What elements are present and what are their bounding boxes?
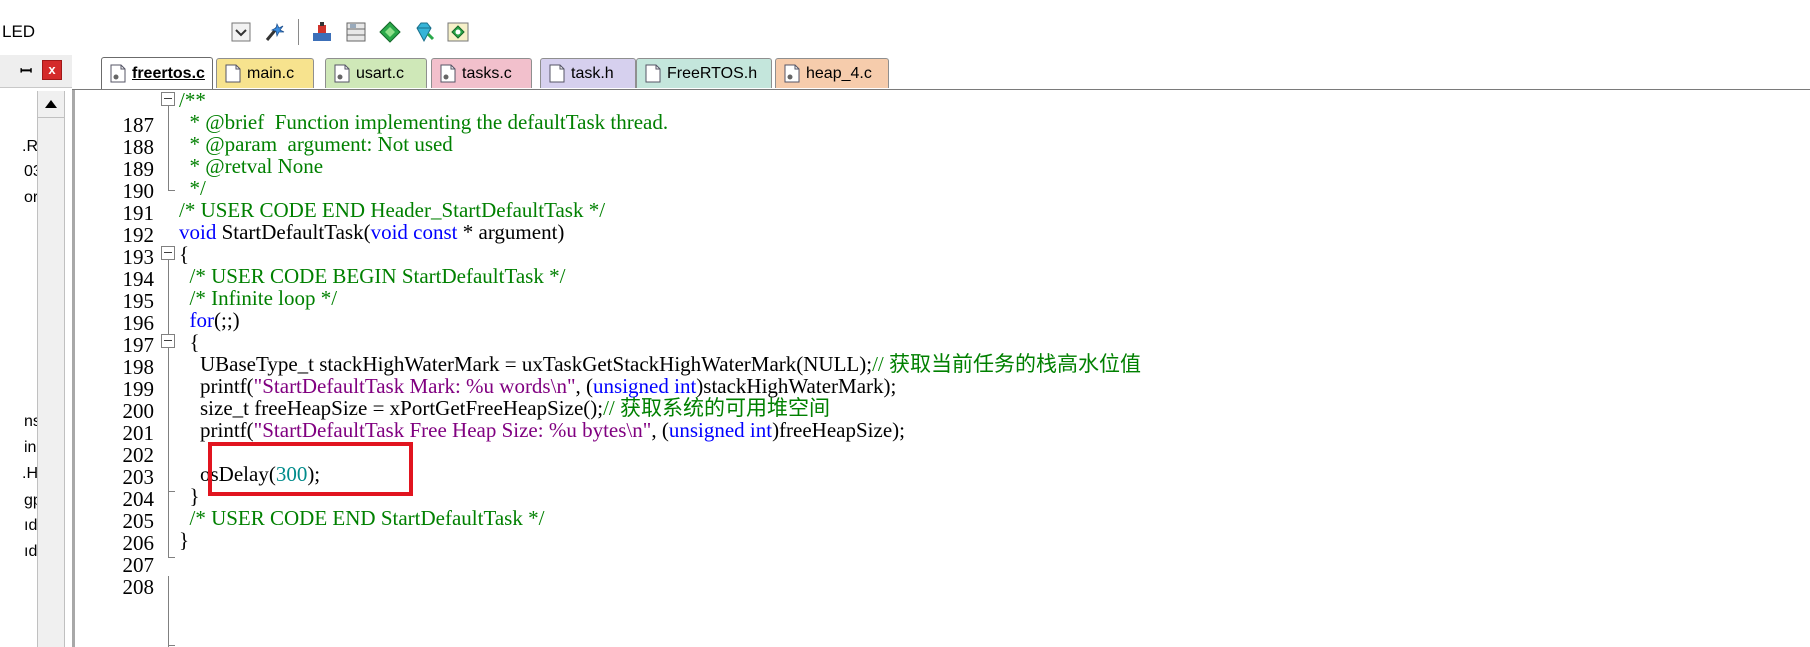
project-panel-header: ꟷ x: [0, 55, 72, 88]
highlight-annotation-box: [208, 442, 413, 496]
tab-label: tasks.c: [462, 64, 512, 82]
code-line: 208: [72, 550, 1807, 599]
fold-guide: [168, 576, 169, 647]
c-source-icon: [110, 64, 126, 83]
editor-tabbar: freertos.c main.c usart.c tasks.c task.h…: [72, 55, 1810, 90]
tab-label: heap_4.c: [806, 64, 872, 82]
line-number: 208: [122, 575, 155, 599]
tab-heap-4-c[interactable]: heap_4.c: [775, 58, 889, 88]
toolbar-separator: [298, 19, 299, 45]
code-comment: * @param argument: Not used: [179, 132, 453, 156]
code-text: printf(: [179, 374, 254, 398]
tree-item[interactable]: ıd: [24, 517, 37, 535]
tab-label: usart.c: [356, 64, 405, 82]
code-comment: // 获取当前任务的栈高水位值: [872, 352, 1141, 376]
code-keyword: void: [179, 220, 217, 244]
windows-icon[interactable]: [343, 19, 369, 45]
tree-item[interactable]: .H: [22, 465, 38, 483]
c-source-icon: [784, 64, 800, 83]
header-doc-icon: [549, 64, 565, 83]
tab-label: task.h: [571, 64, 614, 82]
code-text: printf(: [179, 418, 254, 442]
code-comment: /* USER CODE END StartDefaultTask */: [179, 506, 545, 530]
project-panel-scrollbar[interactable]: [37, 91, 65, 647]
tab-freertos-h[interactable]: FreeRTOS.h: [636, 58, 772, 88]
code-comment: /**: [179, 88, 206, 112]
tab-label: freertos.c: [132, 64, 205, 82]
fold-guide-end: [168, 645, 175, 646]
arrow-up-icon: [45, 100, 57, 108]
close-panel-button[interactable]: x: [42, 60, 62, 80]
diamond-icon[interactable]: [377, 19, 403, 45]
code-text: , (: [651, 418, 669, 442]
tree-item[interactable]: ıd: [24, 543, 37, 561]
code-text: {: [179, 242, 190, 266]
code-comment: /* USER CODE END Header_StartDefaultTask…: [179, 198, 606, 222]
code-text: * argument): [457, 220, 565, 244]
code-keyword: void const: [370, 220, 458, 244]
code-text: StartDefaultTask(: [216, 220, 371, 244]
code-comment: // 获取系统的可用堆空间: [603, 396, 831, 420]
manage-icon[interactable]: [445, 19, 471, 45]
tab-freertos-c[interactable]: freertos.c: [101, 57, 213, 89]
header-doc-icon: [645, 64, 661, 83]
code-editor[interactable]: 187 /** 188 * @brief Function implementi…: [72, 88, 1810, 647]
code-string: "StartDefaultTask Mark: %u words\n": [253, 374, 576, 398]
tab-main-c[interactable]: main.c: [216, 58, 314, 88]
header-doc-icon: [225, 64, 241, 83]
code-comment: * @brief Function implementing the defau…: [179, 110, 669, 134]
c-source-icon: [440, 64, 456, 83]
toolbar-icons: [228, 17, 471, 47]
code-text: size_t freeHeapSize = xPortGetFreeHeapSi…: [179, 396, 604, 420]
tab-tasks-c[interactable]: tasks.c: [431, 58, 532, 88]
load-icon[interactable]: [309, 19, 335, 45]
code-string: "StartDefaultTask Free Heap Size: %u byt…: [253, 418, 652, 442]
pin-icon[interactable]: ꟷ: [20, 61, 32, 81]
main-toolbar: LED: [0, 0, 1810, 55]
code-text: }: [179, 528, 190, 552]
fold-collapse-icon[interactable]: [161, 334, 175, 348]
fold-collapse-icon[interactable]: [161, 246, 175, 260]
tab-usart-c[interactable]: usart.c: [325, 58, 427, 88]
code-text: UBaseType_t stackHighWaterMark = uxTaskG…: [179, 352, 873, 376]
project-panel: ꟷ x .R 03 or ns in .H gp ıd ıd: [0, 55, 72, 647]
code-text: )stackHighWaterMark);: [696, 374, 897, 398]
code-keyword: unsigned int: [593, 374, 697, 398]
tab-task-h[interactable]: task.h: [540, 58, 636, 88]
tree-item[interactable]: in: [24, 439, 36, 457]
code-comment: /* Infinite loop */: [179, 286, 338, 310]
code-keyword: unsigned int: [668, 418, 773, 442]
code-text: (;;): [214, 308, 240, 332]
code-text: {: [179, 330, 200, 354]
scroll-up-button[interactable]: [38, 91, 64, 118]
code-text: }: [179, 484, 200, 508]
tab-label: main.c: [247, 64, 295, 82]
code-keyword: for: [189, 308, 215, 332]
c-source-icon: [334, 64, 350, 83]
gem-icon[interactable]: [411, 19, 437, 45]
code-text: )freeHeapSize);: [772, 418, 905, 442]
code-comment: * @retval None: [179, 154, 324, 178]
tab-label: FreeRTOS.h: [667, 64, 758, 82]
dropdown-check-icon[interactable]: [228, 19, 254, 45]
target-name-label: LED: [2, 22, 36, 41]
fold-collapse-icon[interactable]: [161, 92, 175, 106]
wand-icon[interactable]: [262, 19, 288, 45]
code-text: , (: [575, 374, 594, 398]
tree-item[interactable]: .R: [22, 138, 38, 156]
code-comment: */: [179, 176, 206, 200]
code-comment: /* USER CODE BEGIN StartDefaultTask */: [179, 264, 566, 288]
